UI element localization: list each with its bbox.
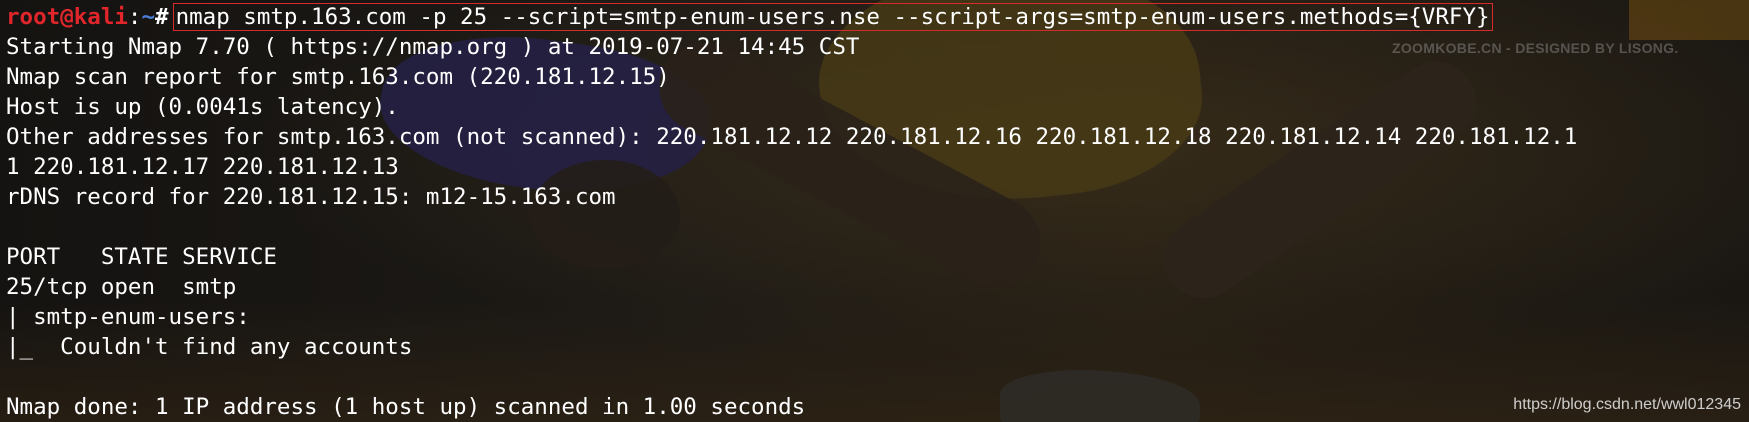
output-line: Host is up (0.0041s latency).: [6, 94, 399, 120]
terminal-window[interactable]: ZOOMKOBE.CN - DESIGNED BY LISONG. root@k…: [0, 0, 1749, 422]
prompt-user-host: root@kali: [6, 4, 128, 30]
output-line: rDNS record for 220.181.12.15: m12-15.16…: [6, 184, 616, 210]
prompt-path: ~: [141, 4, 156, 30]
output-line: |_ Couldn't find any accounts: [6, 334, 413, 360]
blog-watermark: https://blog.csdn.net/wwl012345: [1513, 396, 1741, 413]
output-line: Nmap scan report for smtp.163.com (220.1…: [6, 64, 670, 90]
command-line[interactable]: root@kali:~# nmap smtp.163.com -p 25 --sc…: [6, 2, 1577, 32]
command-text-highlighted[interactable]: nmap smtp.163.com -p 25 --script=smtp-en…: [172, 3, 1493, 31]
prompt-separator: :: [127, 4, 142, 30]
output-line: Other addresses for smtp.163.com (not sc…: [6, 124, 1578, 150]
terminal-output[interactable]: root@kali:~# nmap smtp.163.com -p 25 --sc…: [6, 2, 1577, 422]
prompt-symbol: #: [155, 4, 169, 30]
wallpaper-shape: [1629, 0, 1749, 40]
output-line: Starting Nmap 7.70 ( https://nmap.org ) …: [6, 34, 860, 60]
output-line: PORT STATE SERVICE: [6, 244, 277, 270]
output-line: | smtp-enum-users:: [6, 304, 250, 330]
output-line: Nmap done: 1 IP address (1 host up) scan…: [6, 394, 806, 420]
output-line: 25/tcp open smtp: [6, 274, 237, 300]
output-line: 1 220.181.12.17 220.181.12.13: [6, 154, 399, 180]
